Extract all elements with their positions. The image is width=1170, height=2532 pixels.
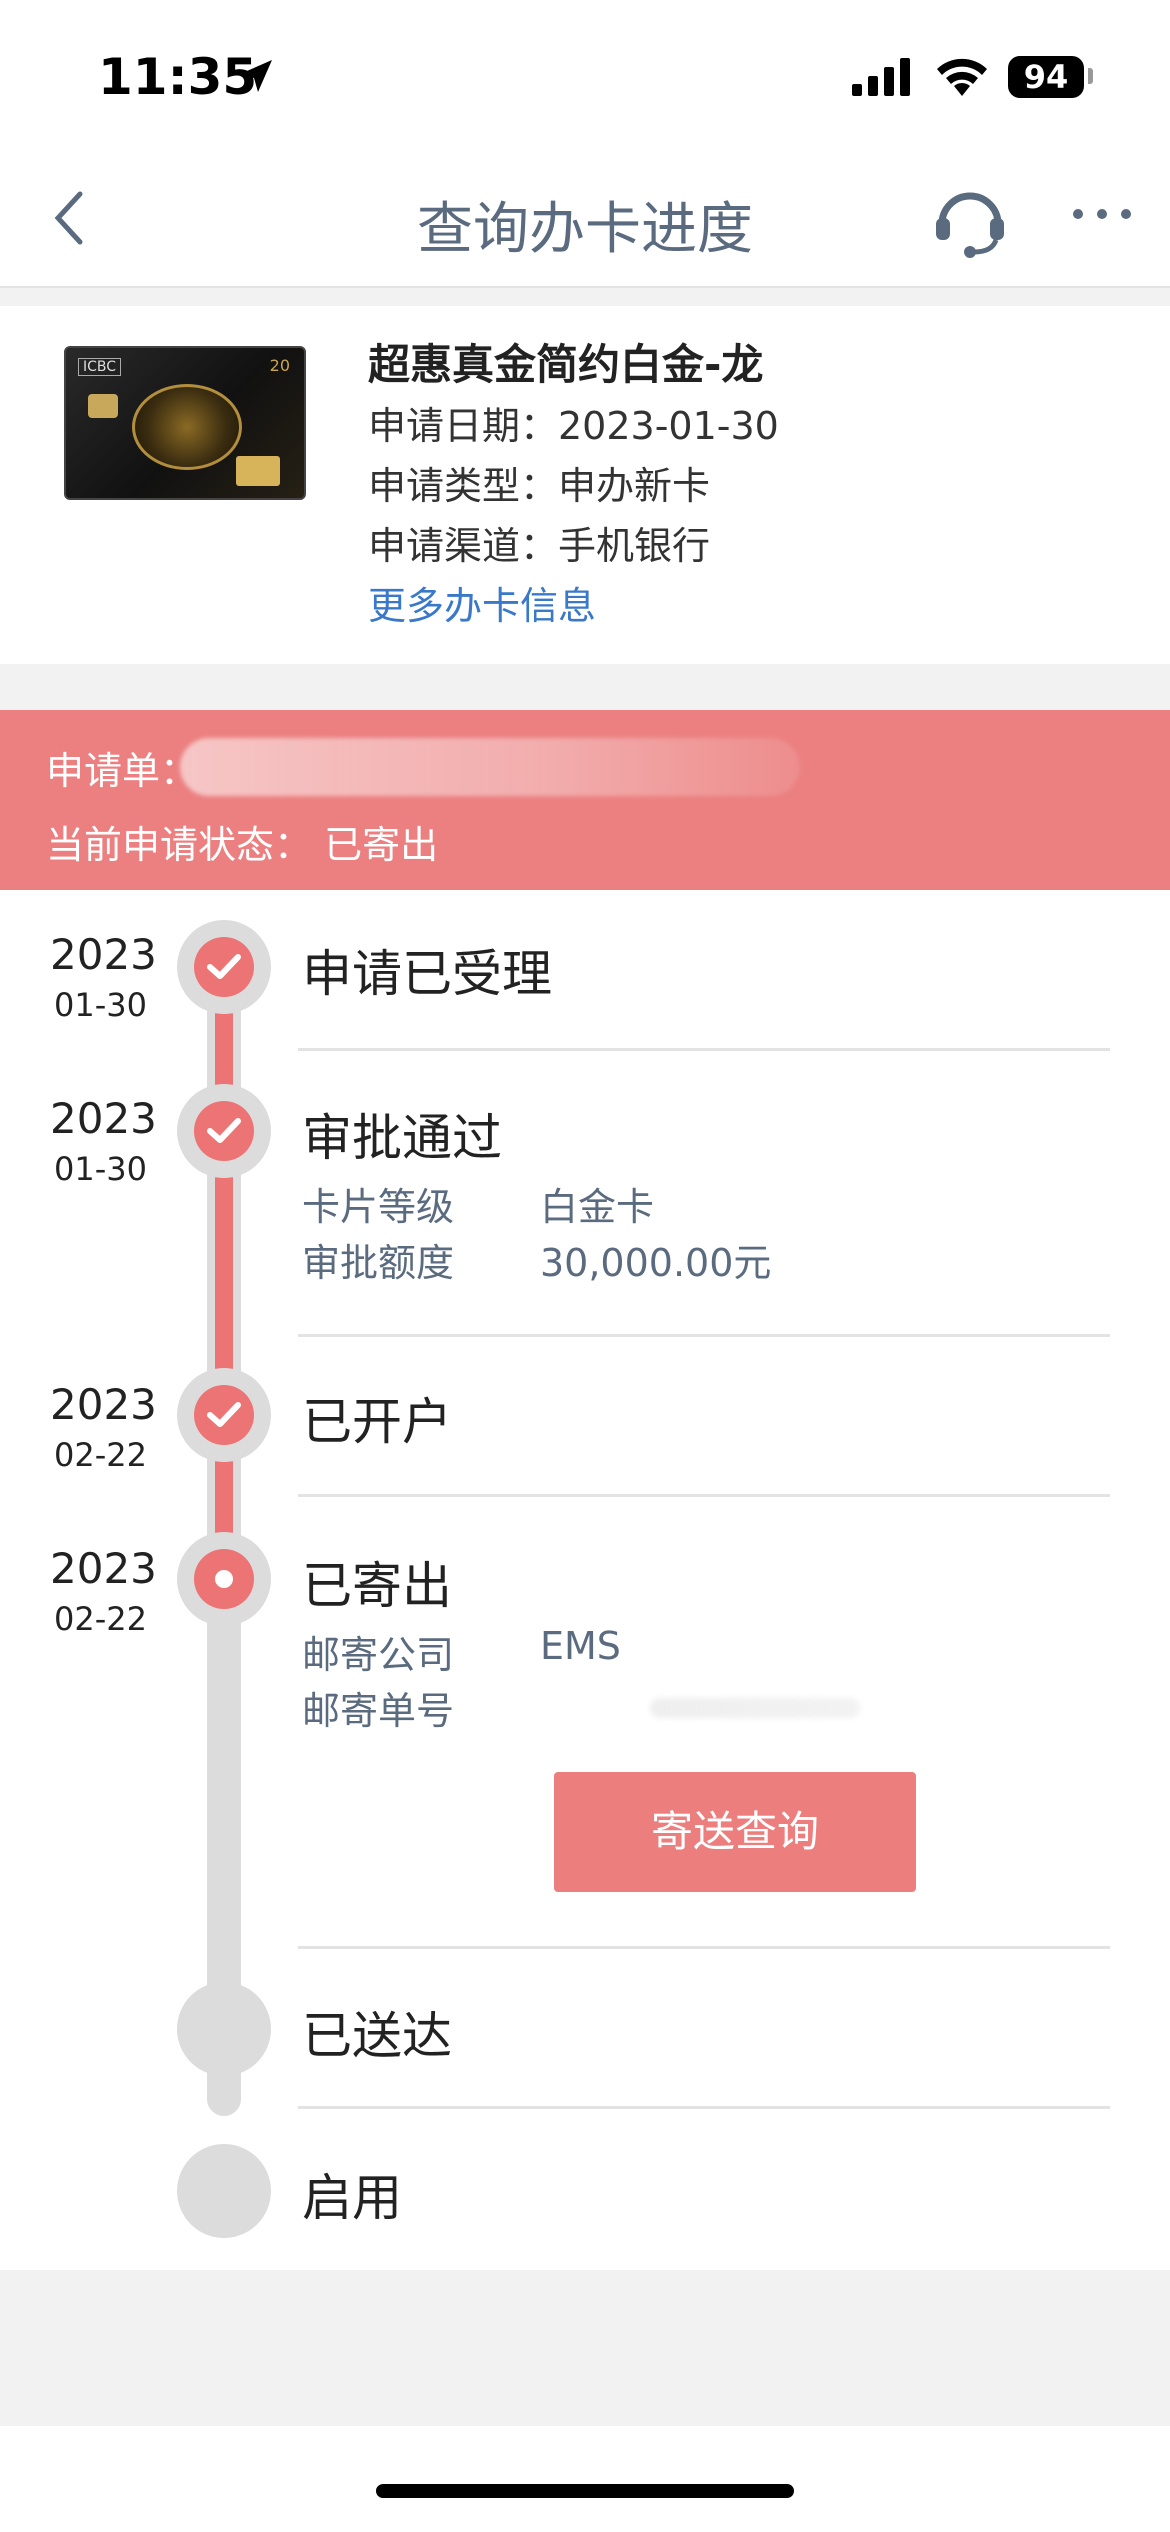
step-title: 启用 — [302, 2169, 402, 2227]
divider — [298, 2106, 1110, 2109]
detail-label: 卡片等级 — [302, 1185, 455, 1229]
battery-indicator: 94 — [1008, 56, 1084, 98]
current-status: 当前申请状态： 已寄出 — [46, 823, 439, 867]
signal-icon — [852, 58, 910, 96]
application-number-label: 申请单： — [46, 749, 199, 793]
card-chip — [88, 394, 118, 418]
detail-value: EMS — [540, 1624, 621, 1668]
divider — [298, 1494, 1110, 1497]
divider — [298, 1946, 1110, 1949]
check-icon — [207, 1402, 241, 1427]
step-year: 2023 — [50, 1380, 157, 1429]
step-year: 2023 — [50, 1094, 157, 1143]
battery-tip — [1088, 68, 1093, 84]
detail-label: 邮寄单号 — [302, 1689, 455, 1733]
redacted-tracking-number — [650, 1698, 860, 1718]
step-date: 01-30 — [54, 986, 147, 1024]
more-card-info-link[interactable]: 更多办卡信息 — [368, 576, 779, 636]
card-details: 超惠真金简约白金-龙 申请日期：2023-01-30 申请类型：申办新卡 申请渠… — [368, 334, 779, 636]
step-title: 申请已受理 — [302, 945, 552, 1003]
divider — [298, 1334, 1110, 1337]
apply-channel: 申请渠道：手机银行 — [368, 524, 711, 568]
bottom-safe-area — [0, 2426, 1170, 2532]
shipping-query-button[interactable]: 寄送查询 — [554, 1772, 916, 1892]
step-node-done — [177, 1368, 271, 1462]
detail-label: 审批额度 — [302, 1241, 455, 1285]
step-title: 已寄出 — [302, 1557, 452, 1615]
step-title: 已开户 — [302, 1393, 452, 1451]
step-date: 01-30 — [54, 1150, 147, 1188]
status-time: 11:35 — [98, 48, 258, 106]
check-icon — [207, 954, 241, 979]
wifi-icon — [937, 58, 987, 96]
progress-timeline: 2023 01-30 申请已受理 2023 01-30 审批通过 卡片等级 白金… — [0, 890, 1170, 2270]
more-dots-icon[interactable] — [1070, 204, 1134, 224]
card-bank-logo: ICBC — [78, 358, 122, 376]
detail-label: 邮寄公司 — [302, 1633, 455, 1677]
status-bar: 11:35 94 — [0, 0, 1170, 150]
detail-value: 30,000.00元 — [540, 1241, 772, 1285]
step-date: 02-22 — [54, 1436, 147, 1474]
home-indicator[interactable] — [376, 2484, 794, 2498]
step-node-done — [177, 920, 271, 1014]
step-node-pending — [177, 2144, 271, 2238]
step-node-current — [177, 1532, 271, 1626]
step-node-pending — [177, 1982, 271, 2076]
step-date: 02-22 — [54, 1600, 147, 1638]
check-icon — [207, 1118, 241, 1143]
card-image: ICBC 20 — [64, 346, 306, 500]
nav-bar: 查询办卡进度 — [0, 150, 1170, 288]
detail-value: 白金卡 — [540, 1185, 655, 1229]
application-status-banner: 申请单： 当前申请状态： 已寄出 — [0, 710, 1170, 890]
apply-type: 申请类型：申办新卡 — [368, 464, 711, 508]
step-title: 已送达 — [302, 2007, 452, 2065]
timeline-progress-track — [215, 960, 233, 1570]
step-node-done — [177, 1084, 271, 1178]
card-dragon-emblem — [132, 384, 242, 470]
step-title: 审批通过 — [302, 1109, 502, 1167]
current-dot — [215, 1570, 233, 1588]
headset-icon[interactable] — [930, 180, 1010, 260]
step-year: 2023 — [50, 930, 157, 979]
apply-date: 申请日期：2023-01-30 — [368, 404, 779, 448]
card-network-badge — [236, 456, 280, 486]
card-info-section: ICBC 20 超惠真金简约白金-龙 申请日期：2023-01-30 申请类型：… — [0, 306, 1170, 664]
divider — [298, 1048, 1110, 1051]
card-name: 超惠真金简约白金-龙 — [368, 340, 764, 389]
location-arrow-icon — [240, 60, 272, 92]
card-number-mark: 20 — [269, 356, 290, 375]
step-year: 2023 — [50, 1544, 157, 1593]
redacted-application-number — [180, 738, 800, 796]
